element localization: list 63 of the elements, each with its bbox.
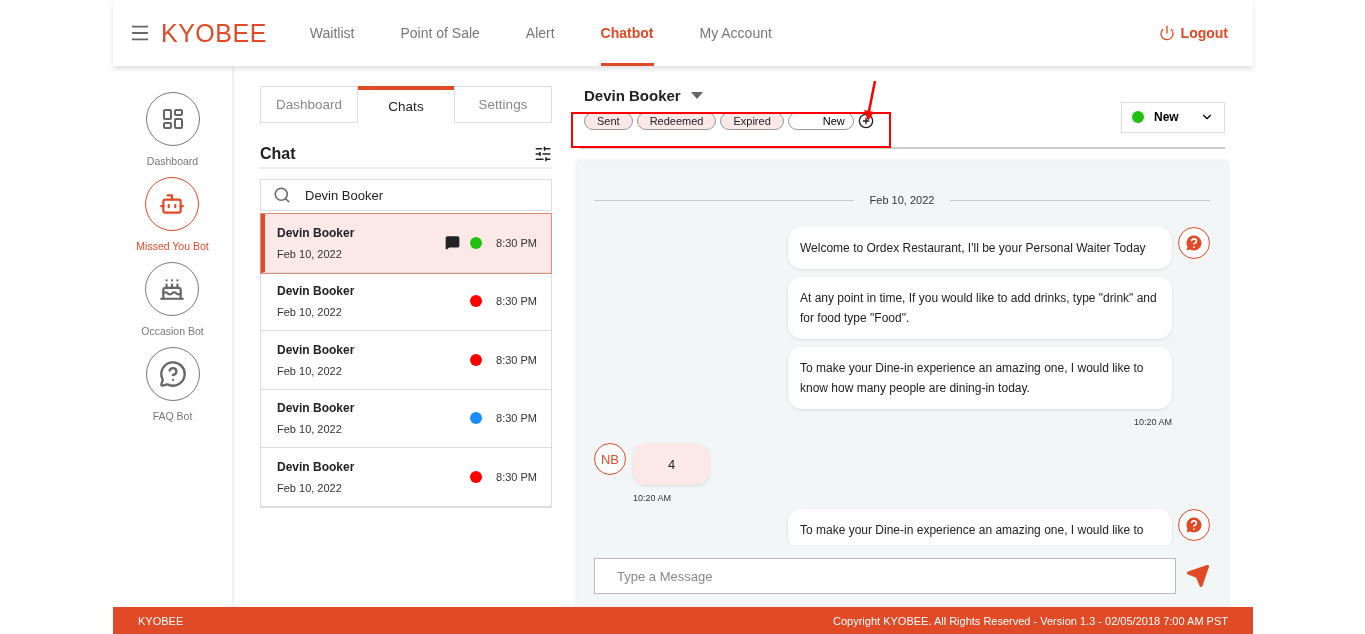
message-time: 10:20 AM bbox=[1133, 417, 1172, 427]
robot-icon bbox=[159, 191, 186, 217]
chat-time: 8:30 PM bbox=[496, 470, 537, 483]
question-bubble-icon bbox=[1184, 233, 1204, 253]
footer-brand: KYOBEE bbox=[138, 614, 184, 627]
status-dropdown[interactable]: New bbox=[1121, 101, 1225, 133]
chat-date: Feb 10, 2022 bbox=[277, 364, 343, 377]
bot-message: To make your Dine-in experience an amazing one, I would like to know how many people are dining-in today. bbox=[788, 347, 1172, 409]
filter-icon[interactable] bbox=[534, 145, 552, 163]
question-bubble-icon bbox=[158, 360, 187, 388]
power-icon bbox=[1158, 25, 1175, 41]
sidebar-item[interactable]: FAQ Bot bbox=[145, 347, 200, 422]
search-box[interactable]: Devin Booker bbox=[260, 179, 552, 211]
chat-title: Chat bbox=[260, 145, 296, 163]
chat-time: 8:30 PM bbox=[496, 353, 537, 366]
contact-name: Devin Booker bbox=[277, 284, 356, 299]
chat-time: 8:30 PM bbox=[496, 236, 537, 249]
contact-name: Devin Booker bbox=[277, 401, 356, 416]
user-message: 4 bbox=[633, 443, 710, 485]
nav-link[interactable]: Point of Sale bbox=[400, 0, 480, 66]
sidebar-label: FAQ Bot bbox=[152, 410, 193, 422]
contact-name: Devin Booker bbox=[277, 459, 356, 474]
sidebar-label: Dashboard bbox=[146, 155, 199, 167]
tab[interactable]: Dashboard bbox=[260, 86, 358, 123]
bot-message: At any point in time, If you would like to add drinks, type "drink" and for food type "Food". bbox=[788, 277, 1172, 339]
annotation-arrow bbox=[864, 80, 878, 122]
logout-link[interactable]: Logout bbox=[1158, 25, 1228, 41]
brand-logo: KYOBEE bbox=[161, 18, 267, 48]
contact-name: Devin Booker bbox=[277, 342, 356, 357]
chat-time: 8:30 PM bbox=[496, 412, 537, 425]
search-icon bbox=[273, 186, 291, 204]
bot-message: Welcome to Ordex Restaurant, I'll be your Personal Waiter Today bbox=[788, 227, 1172, 269]
user-avatar: NB bbox=[594, 443, 626, 475]
sidebar-label: Missed You Bot bbox=[136, 240, 209, 252]
nav-link[interactable]: Chatbot bbox=[600, 0, 654, 66]
caret-icon bbox=[690, 92, 703, 99]
sidebar-item[interactable]: Occasion Bot bbox=[141, 262, 204, 337]
chat-time: 8:30 PM bbox=[496, 295, 537, 308]
tab[interactable]: Settings bbox=[454, 86, 552, 123]
sidebar-item[interactable]: Dashboard bbox=[145, 92, 200, 167]
chat-date: Feb 10, 2022 bbox=[277, 306, 343, 319]
chat-date: Feb 10, 2022 bbox=[277, 423, 343, 436]
send-icon[interactable] bbox=[1186, 564, 1210, 588]
question-bubble-icon bbox=[1184, 515, 1204, 535]
sidebar-item[interactable]: Missed You Bot bbox=[136, 177, 209, 252]
chat-date: Feb 10, 2022 bbox=[277, 481, 343, 494]
nav-link[interactable]: Alert bbox=[525, 0, 555, 66]
add-icon[interactable] bbox=[857, 113, 874, 129]
contact-name: Devin Booker bbox=[277, 225, 356, 240]
chat-date: Feb 10, 2022 bbox=[277, 247, 343, 260]
nav-link[interactable]: My Account bbox=[699, 0, 772, 66]
bot-message: To make your Dine-in experience an amazing one, I would like to bbox=[788, 509, 1172, 545]
message-input[interactable]: Type a Message bbox=[594, 558, 1176, 594]
dashboard-icon bbox=[160, 107, 185, 131]
chat-list-item[interactable]: Devin Booker Feb 10, 2022 8:30 PM bbox=[261, 272, 551, 331]
sidebar-label: Occasion Bot bbox=[141, 325, 204, 337]
chat-list-item[interactable]: Devin Booker Feb 10, 2022 8:30 PM bbox=[261, 214, 551, 273]
date-divider: Feb 10, 2022 bbox=[869, 194, 935, 206]
cake-icon bbox=[159, 276, 186, 302]
nav-link[interactable]: Waitlist bbox=[309, 0, 355, 66]
message-time: 10:20 AM bbox=[633, 493, 672, 503]
copyright-text: Copyright KYOBEE. All Rights Reserved - Version 1.3 - 02/05/2018 7:00 AM PST bbox=[833, 614, 1228, 627]
contact-dropdown[interactable]: Devin Booker bbox=[584, 87, 703, 104]
